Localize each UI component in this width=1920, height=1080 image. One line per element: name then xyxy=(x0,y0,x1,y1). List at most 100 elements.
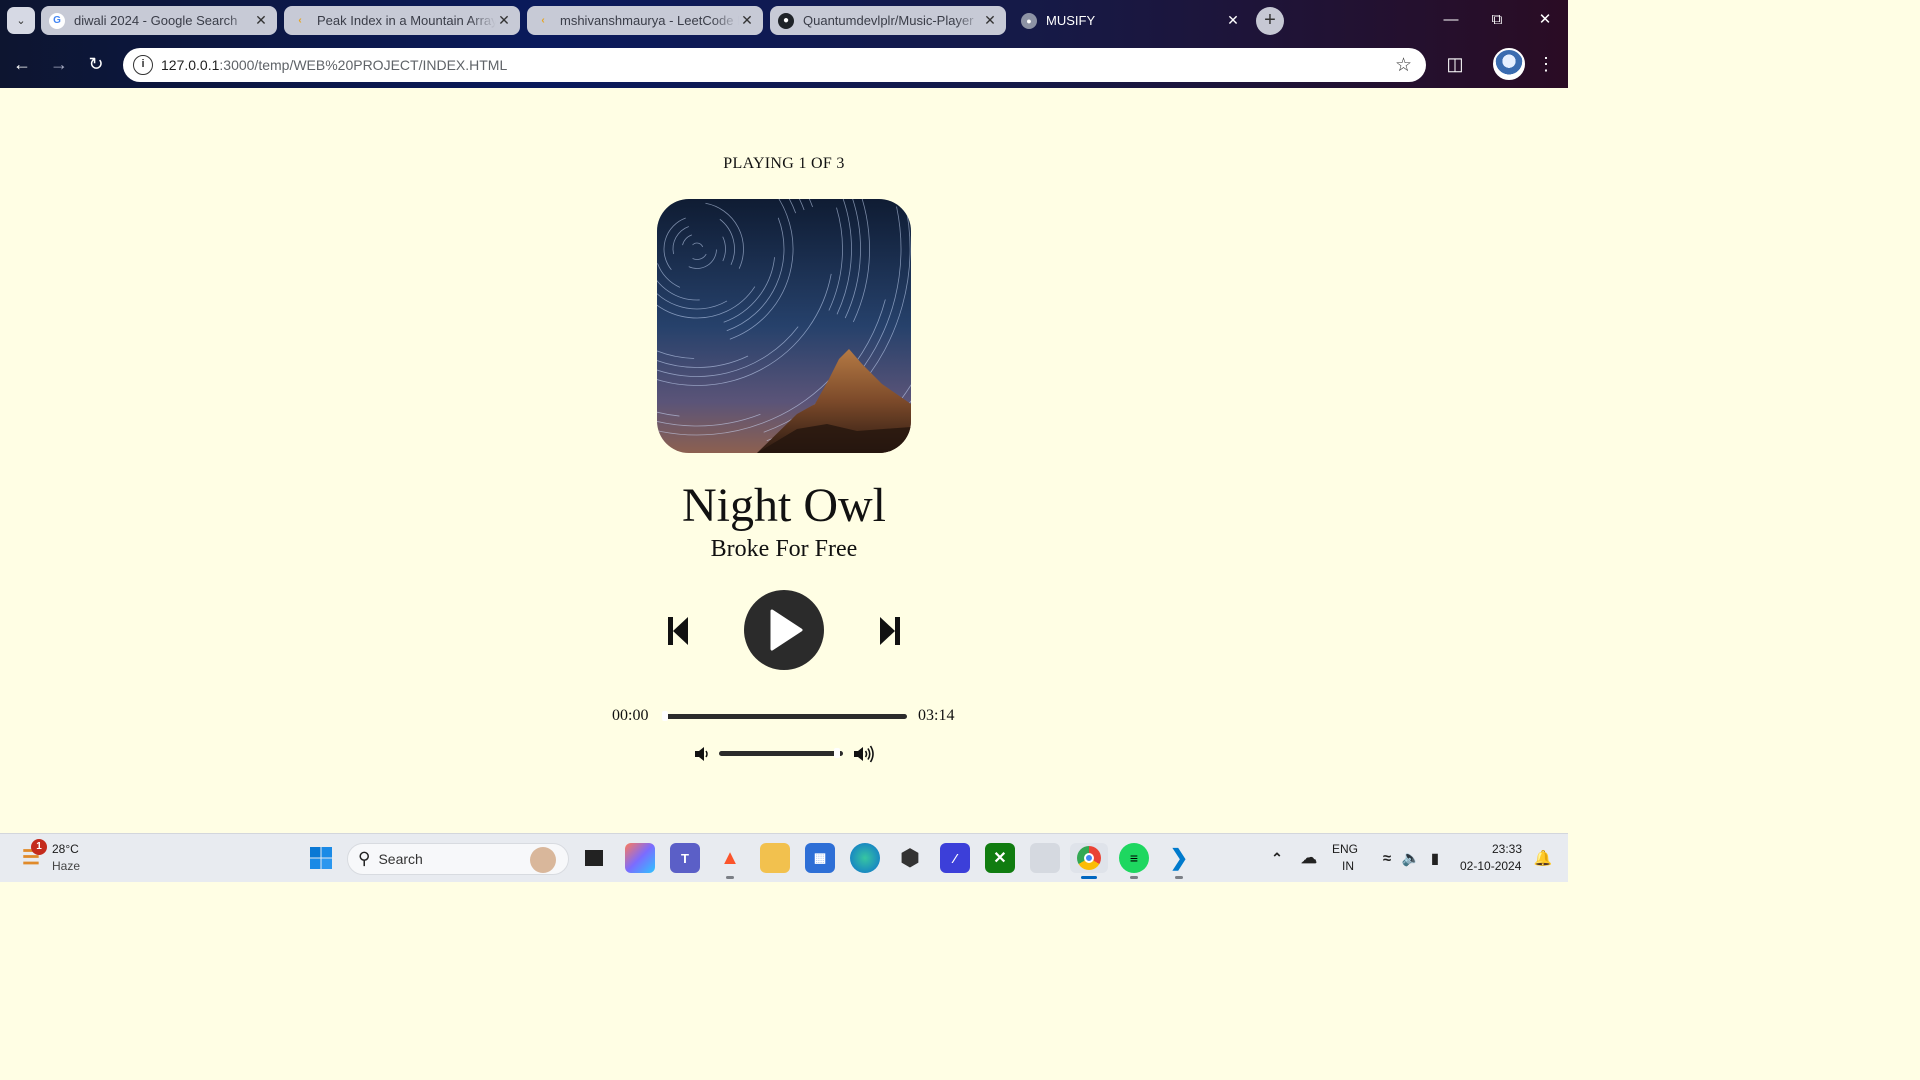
edge-app[interactable] xyxy=(850,843,880,873)
search-placeholder: Search xyxy=(378,851,423,867)
xbox-icon: ✕ xyxy=(993,850,1007,867)
weather-desc: Haze xyxy=(52,859,81,873)
seek-slider[interactable] xyxy=(662,711,907,721)
close-icon[interactable]: ✕ xyxy=(253,12,269,29)
tab-leetcode-profile[interactable]: ‹ mshivanshmaurya - LeetCode P ✕ xyxy=(527,6,763,35)
language-bottom[interactable]: IN xyxy=(1342,859,1354,873)
xbox-app[interactable]: ✕ xyxy=(985,843,1015,873)
copilot-app[interactable] xyxy=(625,843,655,873)
notes-app[interactable]: ∕ xyxy=(940,843,970,873)
tab-google-search[interactable]: G diwali 2024 - Google Search ✕ xyxy=(41,6,277,35)
volume-mute-button[interactable] xyxy=(692,744,712,764)
task-view-button[interactable] xyxy=(579,843,609,873)
skip-previous-icon xyxy=(668,617,688,645)
active-indicator xyxy=(1081,876,1097,879)
profile-avatar[interactable] xyxy=(1493,48,1525,80)
browser-chrome: ⌄ G diwali 2024 - Google Search ✕ ‹ Peak… xyxy=(0,0,1568,88)
onedrive-status[interactable]: ☁ xyxy=(1294,843,1324,873)
clock-date[interactable]: 02-10-2024 xyxy=(1460,859,1521,873)
google-icon: G xyxy=(49,12,65,29)
bookmark-star-icon[interactable]: ☆ xyxy=(1395,54,1412,77)
teams-app[interactable]: T xyxy=(670,843,700,873)
play-button[interactable] xyxy=(744,590,824,670)
taskbar-search-box[interactable]: ⚲ Search xyxy=(347,843,569,875)
battery-icon: ▮ xyxy=(1431,849,1439,866)
brave-app[interactable]: ▲ xyxy=(715,843,745,879)
language-top[interactable]: ENG xyxy=(1332,842,1358,856)
chevron-down-icon: ⌄ xyxy=(16,15,26,27)
clock-time[interactable]: 23:33 xyxy=(1492,842,1522,856)
tab-leetcode-peak-index[interactable]: ‹ Peak Index in a Mountain Array ✕ xyxy=(284,6,520,35)
github-icon: ● xyxy=(778,12,794,29)
vscode-app[interactable]: ❯ xyxy=(1164,843,1194,879)
skip-next-icon xyxy=(880,617,900,645)
extensions-icon[interactable]: ◫ xyxy=(1443,52,1467,76)
playing-status: PLAYING 1 OF 3 xyxy=(723,155,845,172)
tab-musify[interactable]: ● MUSIFY ✕ xyxy=(1013,6,1249,35)
file-explorer-app[interactable] xyxy=(760,843,790,873)
notification-center-button[interactable]: 🔔 xyxy=(1528,843,1558,873)
spotify-icon: ≡ xyxy=(1129,850,1139,866)
song-title: Night Owl xyxy=(682,479,886,532)
tab-title: diwali 2024 - Google Search xyxy=(74,13,238,28)
battery-status[interactable]: ▮ xyxy=(1420,843,1450,873)
wifi-icon: ≈ xyxy=(1382,849,1392,867)
show-hidden-icons-button[interactable]: ⌃ xyxy=(1262,843,1292,873)
generic-app[interactable] xyxy=(1030,843,1060,873)
windows-logo-icon xyxy=(310,847,332,869)
chevron-up-icon: ⌃ xyxy=(1271,849,1283,866)
tab-title: Peak Index in a Mountain Array xyxy=(317,13,496,28)
brave-icon: ▲ xyxy=(720,846,740,869)
spotify-app[interactable]: ≡ xyxy=(1119,843,1149,879)
tab-strip: ⌄ G diwali 2024 - Google Search ✕ ‹ Peak… xyxy=(0,0,1568,41)
chrome-app[interactable] xyxy=(1070,843,1108,879)
running-indicator xyxy=(726,876,734,879)
notification-badge: 1 xyxy=(31,839,47,855)
tab-title: Quantumdevlplr/Music-Player xyxy=(803,13,974,28)
back-arrow-icon[interactable]: ← xyxy=(10,52,34,76)
running-indicator xyxy=(1130,876,1138,879)
new-tab-button[interactable]: + xyxy=(1256,7,1284,35)
tab-search-button[interactable]: ⌄ xyxy=(7,7,35,34)
next-button[interactable] xyxy=(876,615,904,647)
forward-arrow-icon[interactable]: → xyxy=(47,52,71,76)
minimize-icon[interactable]: — xyxy=(1436,8,1466,32)
vscode-icon: ❯ xyxy=(1169,845,1189,870)
running-indicator xyxy=(1175,876,1183,879)
task-view-icon xyxy=(585,850,603,866)
url-path: :3000/temp/WEB%20PROJECT/INDEX.HTML xyxy=(219,57,508,73)
close-icon[interactable]: ✕ xyxy=(982,12,998,29)
more-menu-icon[interactable]: ⋮ xyxy=(1534,52,1558,76)
previous-button[interactable] xyxy=(664,615,692,647)
window-close-icon[interactable]: ✕ xyxy=(1530,8,1560,32)
duration: 03:14 xyxy=(918,707,955,724)
taskbar: ☰ 1 28°C Haze ⚲ Search T ▲ ▦ ⬢ ∕ ✕ ≡ ❯ ⌃… xyxy=(0,833,1568,882)
tab-title: MUSIFY xyxy=(1046,13,1096,28)
volume-handle[interactable] xyxy=(833,748,840,758)
restore-icon[interactable]: ⧉ xyxy=(1482,8,1512,32)
site-info-icon[interactable]: i xyxy=(133,55,153,75)
weather-widget[interactable]: ☰ 1 xyxy=(16,839,47,872)
tab-title: mshivanshmaurya - LeetCode P xyxy=(560,13,739,28)
reload-icon[interactable]: ↻ xyxy=(84,52,108,76)
star-trail-image xyxy=(657,199,911,453)
seek-handle[interactable] xyxy=(662,711,668,721)
close-icon[interactable]: ✕ xyxy=(739,12,755,29)
tab-github-music-player[interactable]: ● Quantumdevlplr/Music-Player ✕ xyxy=(770,6,1006,35)
volume-max-button[interactable] xyxy=(852,743,876,765)
cloud-off-icon: ☁ xyxy=(1301,850,1317,867)
chrome-icon xyxy=(1077,846,1101,870)
bell-icon: 🔔 xyxy=(1533,850,1553,867)
artist-name: Broke For Free xyxy=(710,536,858,562)
start-button[interactable] xyxy=(306,843,336,873)
pen-icon: ∕ xyxy=(953,850,957,866)
close-icon[interactable]: ✕ xyxy=(496,12,512,29)
close-icon[interactable]: ✕ xyxy=(1225,12,1241,29)
address-bar[interactable]: i 127.0.0.1:3000/temp/WEB%20PROJECT/INDE… xyxy=(123,48,1426,82)
microsoft-store-app[interactable]: ▦ xyxy=(805,843,835,873)
volume-slider[interactable] xyxy=(719,748,843,758)
weather-temp: 28°C xyxy=(52,842,79,856)
current-time: 00:00 xyxy=(612,707,649,724)
volume-high-icon xyxy=(854,745,874,763)
unity-app[interactable]: ⬢ xyxy=(895,843,925,873)
